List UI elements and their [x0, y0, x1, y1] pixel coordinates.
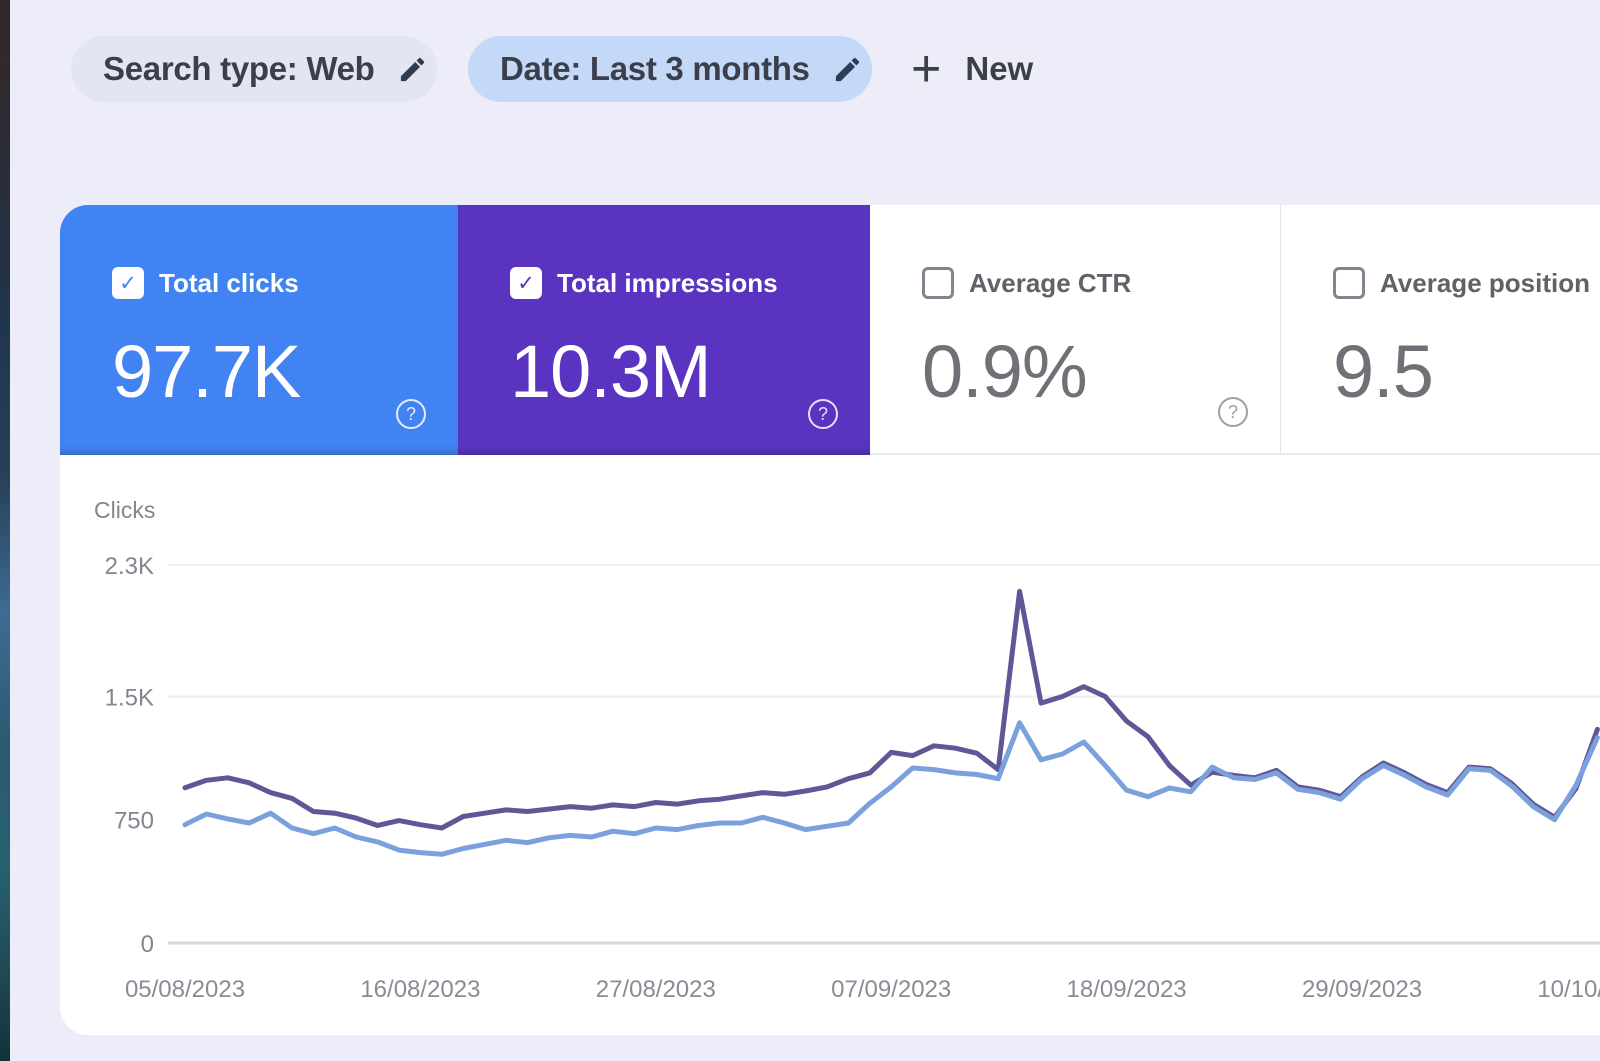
help-icon[interactable]: [1218, 397, 1248, 427]
metric-label: Average CTR: [969, 267, 1132, 298]
new-button-label: New: [965, 50, 1034, 87]
help-icon[interactable]: [808, 399, 838, 429]
svg-text:07/09/2023: 07/09/2023: [831, 976, 951, 1003]
metric-card-total-clicks[interactable]: Total clicks 97.7K: [60, 205, 458, 455]
metric-value: 9.5: [1333, 330, 1434, 413]
date-chip-label: Date: Last 3 months: [500, 50, 810, 87]
metric-label: Average position: [1380, 267, 1590, 298]
edit-pencil-icon: [835, 57, 859, 81]
checkbox-unchecked-icon[interactable]: [1333, 267, 1365, 299]
svg-text:29/09/2023: 29/09/2023: [1302, 976, 1422, 1003]
metric-card-average-ctr[interactable]: Average CTR 0.9%: [870, 205, 1280, 455]
svg-text:0: 0: [141, 931, 154, 958]
performance-panel: Total clicks 97.7K Total impressions 10.…: [60, 205, 1600, 1035]
new-filter-button[interactable]: + New: [911, 43, 1033, 95]
metrics-row: Total clicks 97.7K Total impressions 10.…: [60, 205, 1600, 455]
help-icon[interactable]: [396, 399, 426, 429]
window-edge-strip: [0, 0, 10, 1061]
svg-text:18/09/2023: 18/09/2023: [1067, 976, 1187, 1003]
edit-pencil-icon: [400, 57, 424, 81]
svg-text:1.5K: 1.5K: [105, 685, 154, 712]
plus-icon: +: [911, 40, 942, 98]
metric-check-row: Total impressions: [510, 267, 870, 299]
svg-text:2.3K: 2.3K: [105, 553, 154, 580]
svg-text:27/08/2023: 27/08/2023: [596, 976, 716, 1003]
svg-text:750: 750: [114, 808, 154, 835]
line-chart-canvas[interactable]: 2.3K 1.5K 750 0 05/08/2023 16/08/2023 27/08/20…: [60, 455, 1600, 1035]
svg-text:16/08/2023: 16/08/2023: [360, 976, 480, 1003]
checkbox-checked-icon[interactable]: [112, 267, 144, 299]
checkbox-checked-icon[interactable]: [510, 267, 542, 299]
date-range-filter-chip[interactable]: Date: Last 3 months: [468, 36, 872, 102]
performance-chart: Clicks 2.3K 1.5K 750 0 05/08/2023 16/08/2023 2…: [60, 455, 1600, 1035]
search-type-chip-label: Search type: Web: [103, 50, 375, 87]
metric-check-row: Total clicks: [112, 267, 458, 299]
svg-text:10/10/2023: 10/10/2023: [1537, 976, 1600, 1003]
metric-label: Total clicks: [159, 267, 299, 298]
metric-card-average-position[interactable]: Average position 9.5: [1280, 205, 1600, 455]
metric-check-row: Average CTR: [922, 267, 1280, 299]
filter-bar: Search type: Web Date: Last 3 months + N…: [71, 36, 1033, 102]
metric-card-total-impressions[interactable]: Total impressions 10.3M: [458, 205, 870, 455]
search-type-filter-chip[interactable]: Search type: Web: [71, 36, 437, 102]
metric-check-row: Average position: [1333, 267, 1600, 299]
metric-label: Total impressions: [557, 267, 778, 298]
svg-text:05/08/2023: 05/08/2023: [125, 976, 245, 1003]
checkbox-unchecked-icon[interactable]: [922, 267, 954, 299]
